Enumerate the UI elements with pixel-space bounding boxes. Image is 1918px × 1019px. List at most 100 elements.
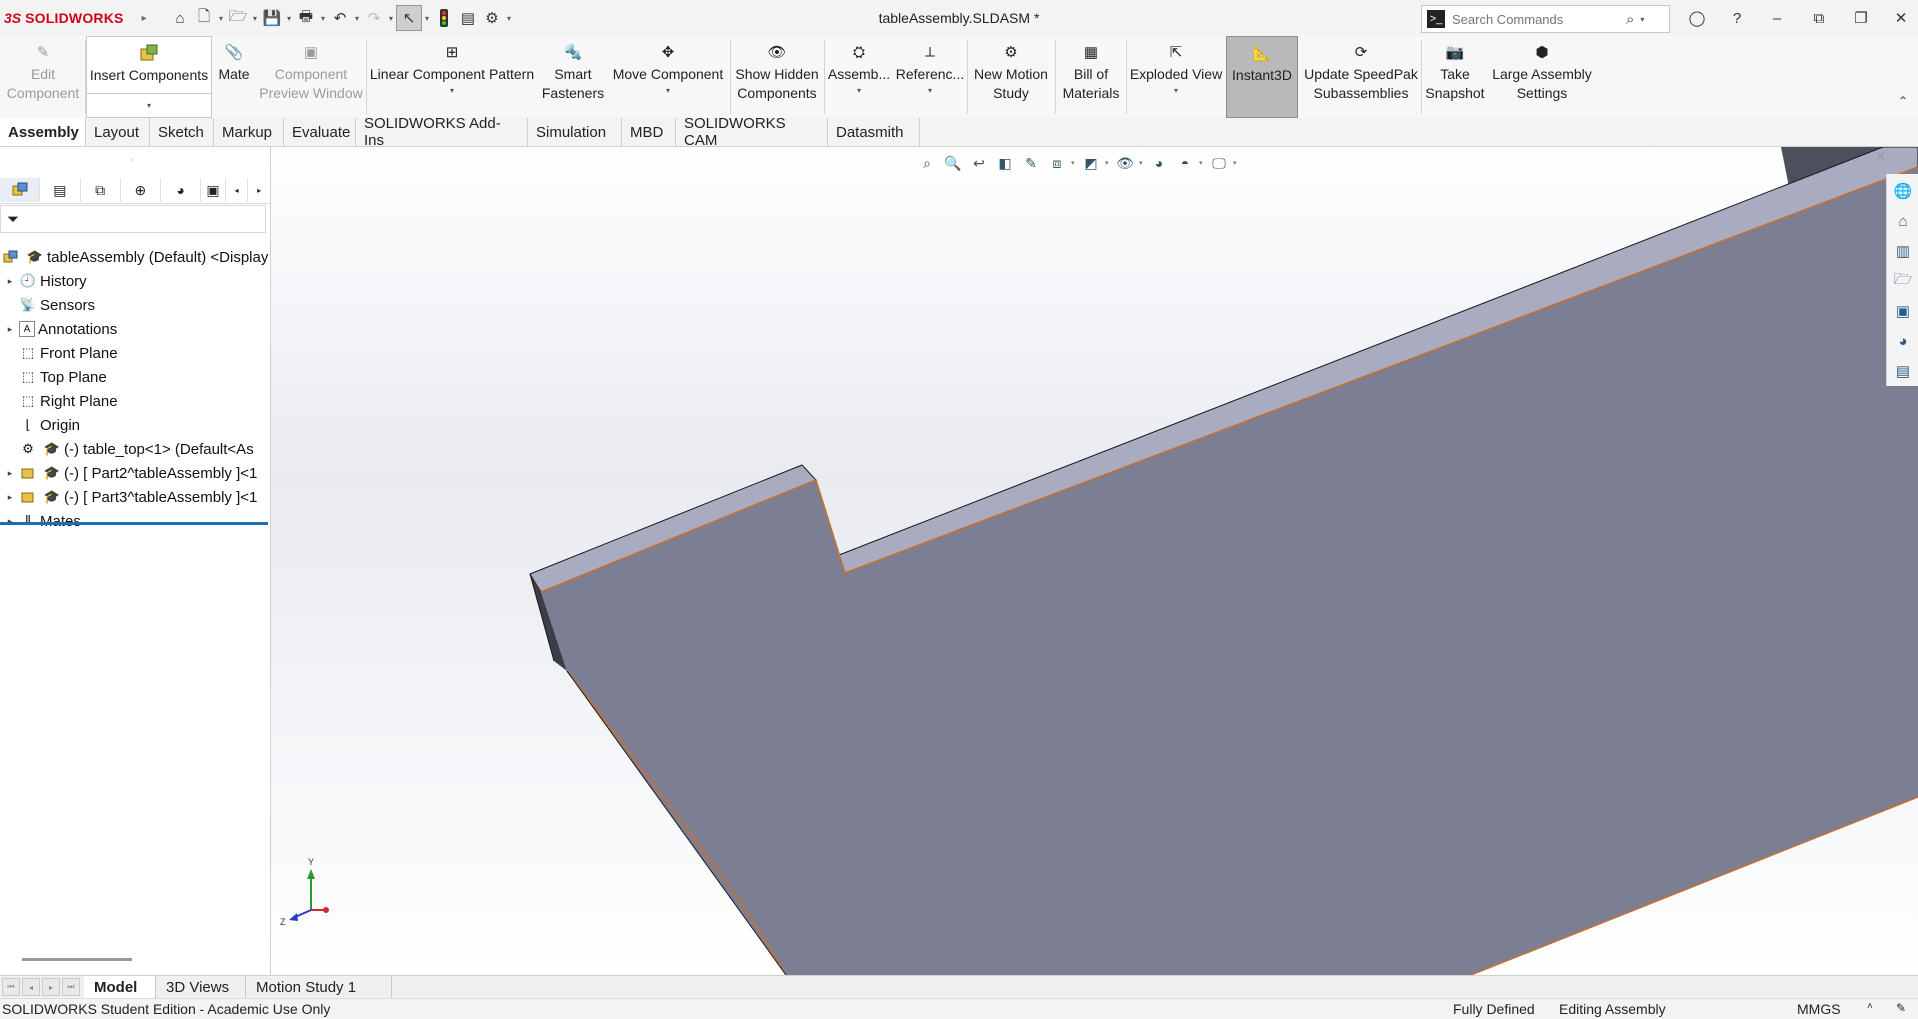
- chevron-down-icon[interactable]: ▾: [1640, 15, 1644, 24]
- tab-layout[interactable]: Layout: [86, 118, 150, 146]
- tree-item-top-plane[interactable]: ⬚ Top Plane: [0, 365, 107, 389]
- search-icon[interactable]: ⌕: [1626, 11, 1634, 28]
- tree-item-history[interactable]: ▸ 🕘 History: [0, 269, 87, 293]
- chevron-down-icon[interactable]: ▾: [1174, 86, 1178, 96]
- chevron-down-icon[interactable]: ▾: [318, 14, 328, 23]
- chevron-down-icon[interactable]: ▾: [1199, 159, 1205, 167]
- file-properties-icon[interactable]: ▤: [456, 6, 480, 30]
- edit-component-button[interactable]: ✎ Edit Component: [2, 36, 84, 118]
- tab-sketch[interactable]: Sketch: [150, 118, 214, 146]
- chevron-down-icon[interactable]: ▾: [1233, 159, 1239, 167]
- feature-manager-tab-icon[interactable]: [0, 178, 41, 202]
- move-component-button[interactable]: ✥ Move Component ▾: [608, 36, 728, 118]
- apply-scene-icon[interactable]: ◓: [1173, 152, 1197, 174]
- tab-3d-views[interactable]: 3D Views: [156, 976, 246, 998]
- display-manager-tab-icon[interactable]: ◕: [161, 178, 202, 202]
- graphics-area[interactable]: Y Z ✕: [271, 147, 1918, 975]
- tree-item-annotations[interactable]: ▸ A Annotations: [0, 317, 118, 341]
- tab-solidworks-cam[interactable]: SOLIDWORKS CAM: [676, 115, 828, 149]
- chevron-down-icon[interactable]: ▾: [422, 14, 432, 23]
- panel-horizontal-scrollbar[interactable]: [22, 958, 132, 961]
- options-gear-icon[interactable]: ⚙: [480, 6, 504, 30]
- tree-filter[interactable]: ⏷: [0, 205, 266, 233]
- tree-item-part2[interactable]: ▸ 🎓 (-) [ Part2^tableAssembly ]<1: [0, 461, 258, 485]
- unit-system[interactable]: MMGS: [1797, 1001, 1841, 1017]
- chevron-down-icon[interactable]: ▾: [250, 14, 260, 23]
- tree-item-mates[interactable]: ▸ ⫴ Mates: [0, 509, 81, 533]
- configuration-manager-tab-icon[interactable]: ⧉: [81, 178, 121, 202]
- tabs-scroll-left-icon[interactable]: ◂: [226, 178, 249, 202]
- unit-system-dropdown-icon[interactable]: ˄: [1867, 1001, 1873, 1012]
- panel-grip-icon[interactable]: ◦: [130, 155, 133, 164]
- section-view-icon[interactable]: ◧: [993, 152, 1017, 174]
- view-palette-icon[interactable]: ▣: [1887, 296, 1918, 326]
- previous-tab-icon[interactable]: ◂: [22, 978, 40, 996]
- dimxpert-manager-tab-icon[interactable]: ⊕: [121, 178, 161, 202]
- expand-arrow-icon[interactable]: ▸: [4, 468, 16, 479]
- tab-model[interactable]: Model: [84, 976, 156, 998]
- chevron-down-icon[interactable]: ▾: [504, 14, 514, 23]
- 3d-model-view[interactable]: Y Z: [271, 147, 1918, 975]
- view-settings-icon[interactable]: 🖵: [1207, 152, 1231, 174]
- tab-markup[interactable]: Markup: [214, 118, 284, 146]
- tree-item-sensors[interactable]: 📡 Sensors: [0, 293, 95, 317]
- display-style-icon[interactable]: ◩: [1079, 152, 1103, 174]
- expand-arrow-icon[interactable]: ▸: [4, 324, 16, 335]
- chevron-down-icon[interactable]: ▾: [928, 86, 932, 96]
- tab-datasmith[interactable]: Datasmith: [828, 118, 920, 146]
- new-document-icon[interactable]: 🗋: [192, 6, 216, 30]
- minimize-icon[interactable]: –: [1760, 4, 1794, 32]
- tab-assembly[interactable]: Assembly: [0, 118, 86, 146]
- design-library-icon[interactable]: ▥: [1887, 236, 1918, 266]
- home-icon[interactable]: ⌂: [168, 6, 192, 30]
- tile-windows-icon[interactable]: ⧉: [1802, 4, 1836, 32]
- tree-item-origin[interactable]: ⌊ Origin: [0, 413, 80, 437]
- show-hidden-components-button[interactable]: 👁 Show Hidden Components: [732, 36, 822, 118]
- chevron-down-icon[interactable]: ▾: [666, 86, 670, 96]
- tree-item-table-top[interactable]: ⚙ 🎓 (-) table_top<1> (Default<As: [0, 437, 254, 461]
- linear-component-pattern-button[interactable]: ⊞ Linear Component Pattern ▾: [368, 36, 536, 118]
- insert-components-dropdown[interactable]: ▾: [87, 93, 211, 113]
- appearances-icon[interactable]: ◕: [1887, 326, 1918, 356]
- zoom-to-area-icon[interactable]: 🔍: [941, 152, 965, 174]
- custom-properties-icon[interactable]: ▤: [1887, 356, 1918, 386]
- solidworks-resources-icon[interactable]: 🌐: [1887, 176, 1918, 206]
- search-input[interactable]: [1450, 10, 1624, 28]
- chevron-down-icon[interactable]: ▾: [1139, 159, 1145, 167]
- reference-geometry-button[interactable]: ⟂ Referenc... ▾: [894, 36, 966, 118]
- rebuild-traffic-light-icon[interactable]: [432, 6, 456, 30]
- chevron-down-icon[interactable]: ▾: [857, 86, 861, 96]
- undo-icon[interactable]: ↶: [328, 6, 352, 30]
- mate-button[interactable]: 📎 Mate: [212, 36, 256, 118]
- property-manager-tab-icon[interactable]: ▤: [40, 178, 81, 202]
- help-icon[interactable]: ?: [1720, 4, 1754, 32]
- restore-icon[interactable]: ❐: [1844, 4, 1878, 32]
- open-folder-icon[interactable]: 🗁: [226, 6, 250, 30]
- user-account-icon[interactable]: ◯: [1680, 4, 1714, 32]
- previous-view-icon[interactable]: ↩: [967, 152, 991, 174]
- select-pointer-icon[interactable]: ↖: [396, 5, 422, 31]
- update-speedpak-button[interactable]: ⟳ Update SpeedPak Subassemblies: [1302, 36, 1420, 118]
- next-tab-icon[interactable]: ▸: [42, 978, 60, 996]
- new-motion-study-button[interactable]: ⚙ New Motion Study: [969, 36, 1053, 118]
- zoom-to-fit-icon[interactable]: ⌕: [915, 152, 939, 174]
- filter-funnel-icon[interactable]: ⏷: [7, 211, 19, 228]
- tab-simulation[interactable]: Simulation: [528, 118, 622, 146]
- tab-motion-study-1[interactable]: Motion Study 1: [246, 976, 392, 998]
- tab-evaluate[interactable]: Evaluate: [284, 118, 356, 146]
- first-tab-icon[interactable]: ⏮: [2, 978, 20, 996]
- chevron-down-icon[interactable]: ▾: [1105, 159, 1111, 167]
- insert-components-button[interactable]: Insert Components ▾: [86, 36, 212, 118]
- chevron-down-icon[interactable]: ▾: [284, 14, 294, 23]
- tree-item-part3[interactable]: ▸ 🎓 (-) [ Part3^tableAssembly ]<1: [0, 485, 258, 509]
- chevron-down-icon[interactable]: ▾: [1071, 159, 1077, 167]
- view-orientation-icon[interactable]: ⧈: [1045, 152, 1069, 174]
- chevron-down-icon[interactable]: ▾: [216, 14, 226, 23]
- home-icon[interactable]: ⌂: [1887, 206, 1918, 236]
- search-commands-box[interactable]: >_ ⌕ ▾: [1421, 5, 1670, 33]
- solidworks-logo[interactable]: 3S SOLIDWORKS ▸: [4, 8, 147, 28]
- collapse-ribbon-icon[interactable]: ⌃: [1898, 94, 1908, 108]
- cam-manager-tab-icon[interactable]: ▣: [201, 178, 226, 202]
- chevron-down-icon[interactable]: ▾: [352, 14, 362, 23]
- dynamic-annotation-icon[interactable]: ✎: [1019, 152, 1043, 174]
